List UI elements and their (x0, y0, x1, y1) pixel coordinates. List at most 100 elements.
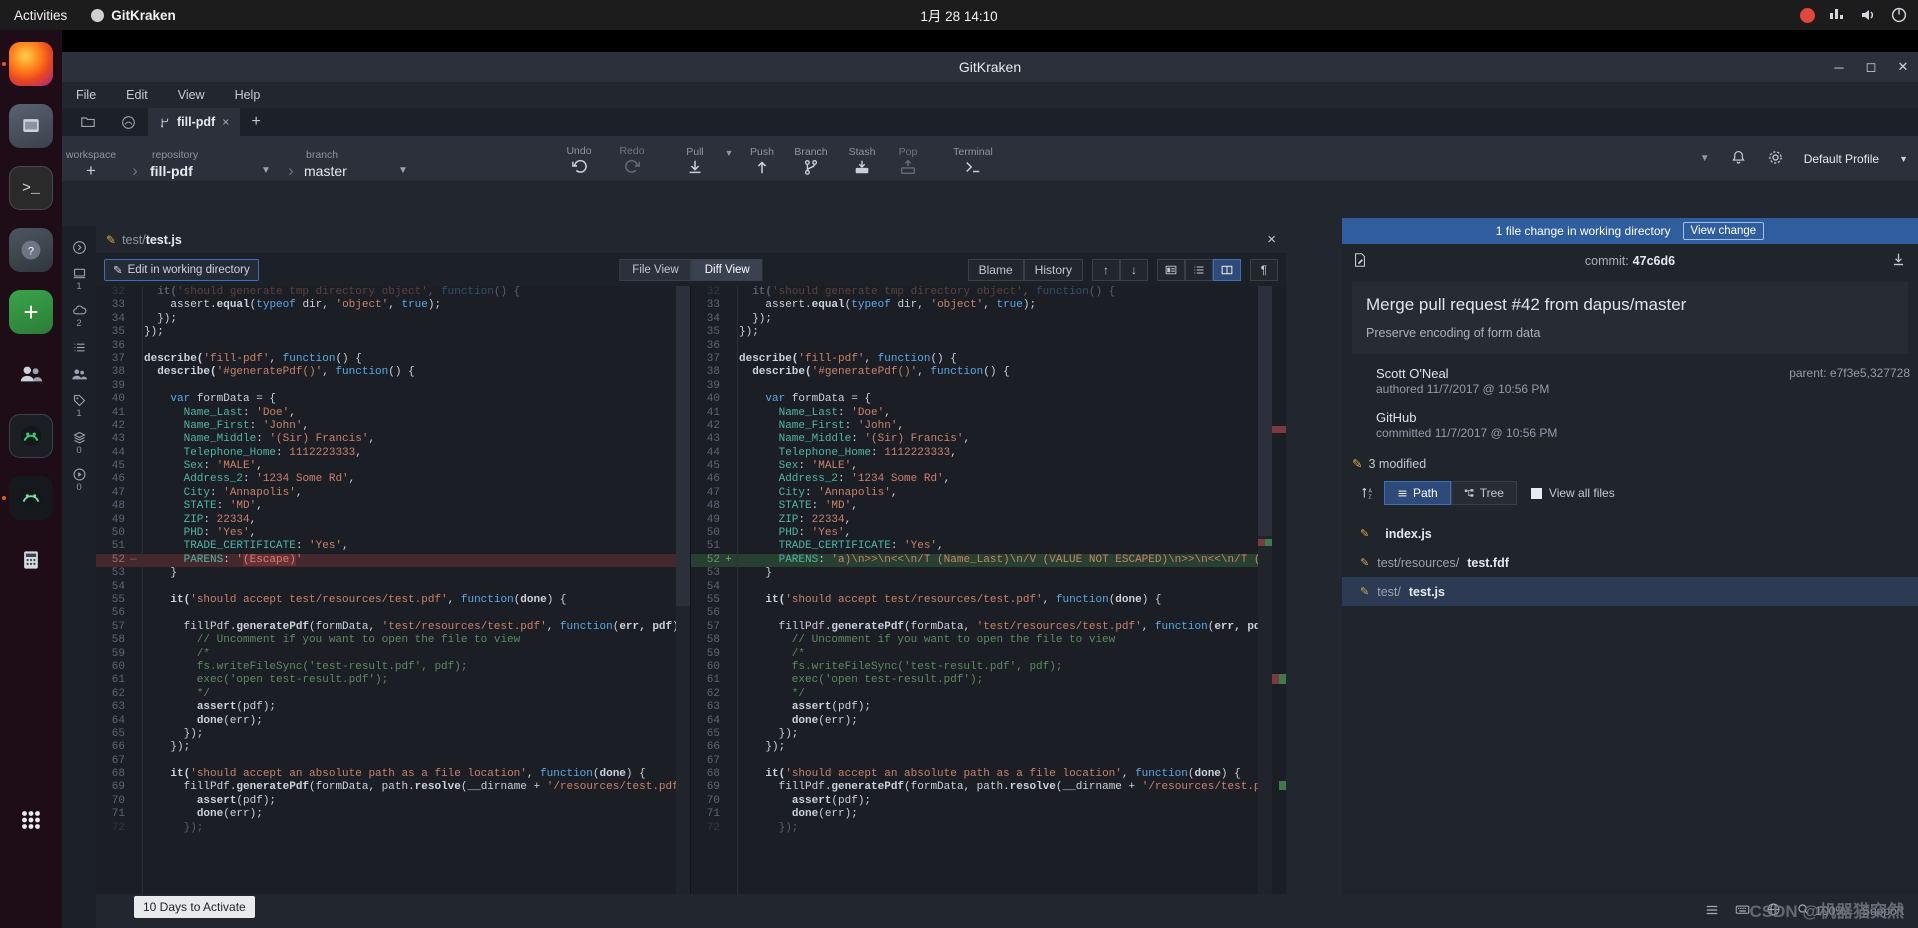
diff-line[interactable]: 40 var formData = { (96, 393, 690, 406)
minimap-thumb[interactable] (676, 286, 690, 606)
diff-line[interactable]: 66 }); (96, 741, 690, 754)
diff-line[interactable]: 54 (691, 581, 1286, 594)
open-repo-icon[interactable] (68, 108, 108, 136)
branch-dropdown-icon[interactable]: ▼ (388, 136, 418, 181)
diff-line[interactable]: 44 Telephone_Home: 1112223333, (96, 447, 690, 460)
diff-line[interactable]: 51 TRADE_CERTIFICATE: 'Yes', (691, 540, 1286, 553)
diff-line[interactable]: 72 }); (96, 822, 690, 835)
diff-line[interactable]: 46 Address_2: '1234 Some Rd', (96, 473, 690, 486)
close-file-icon[interactable]: × (1267, 231, 1276, 248)
diff-line[interactable]: 52 — PARENS: '(Escape)' (96, 553, 690, 568)
undo-button[interactable]: Undo (548, 136, 610, 181)
commit-hash[interactable]: 47c6d6 (1633, 254, 1675, 268)
diff-line[interactable]: 48 STATE: 'MD', (96, 500, 690, 513)
activities-button[interactable]: Activities (0, 8, 81, 23)
dock-item-terminal[interactable]: >_ (9, 166, 53, 210)
list-view-icon[interactable] (1705, 903, 1719, 920)
record-icon[interactable] (1800, 7, 1815, 23)
close-icon[interactable]: ✕ (1894, 58, 1912, 76)
diff-line[interactable]: 50 PHD: 'Yes', (96, 527, 690, 540)
sidebar-item-remote[interactable]: 2 (64, 303, 94, 329)
tab-close-icon[interactable]: × (222, 115, 229, 129)
diff-line[interactable]: 70 assert(pdf); (96, 795, 690, 808)
diff-line[interactable]: 44 Telephone_Home: 1112223333, (691, 447, 1286, 460)
diff-line[interactable]: 53 } (96, 567, 690, 580)
menu-view[interactable]: View (174, 87, 209, 103)
view-all-files-checkbox[interactable]: View all files (1530, 486, 1615, 500)
diff-line[interactable]: 34 }); (691, 313, 1286, 326)
diff-line[interactable]: 68 it('should accept an absolute path as… (96, 768, 690, 781)
diff-line[interactable]: 40 var formData = { (691, 393, 1286, 406)
diff-line[interactable]: 32 it('should generate tmp directory obj… (691, 286, 1286, 299)
working-directory-banner[interactable]: 1 file change in working directory View … (1342, 218, 1918, 244)
system-clock[interactable]: 1月 28 14:10 (920, 5, 997, 25)
diff-line[interactable]: 66 }); (691, 741, 1286, 754)
stash-button[interactable]: Stash (838, 136, 886, 181)
active-app-indicator[interactable]: GitKraken (81, 8, 186, 23)
whitespace-icon[interactable]: ¶ (1250, 259, 1278, 281)
diff-line[interactable]: 67 (96, 755, 690, 768)
diff-line[interactable]: 33 assert.equal(typeof dir, 'object', tr… (96, 299, 690, 312)
diff-line[interactable]: 52 + PARENS: 'a)\n>>\n<<\n/T (Name_Last)\… (691, 553, 1286, 568)
diff-line[interactable]: 39 (691, 380, 1286, 393)
diff-line[interactable]: 64 done(err); (691, 715, 1286, 728)
diff-line[interactable]: 62 */ (96, 688, 690, 701)
diff-line[interactable]: 43 Name_Middle: '(Sir) Francis', (96, 433, 690, 446)
parent-hashes[interactable]: e7f3e5,327728 (1830, 366, 1910, 380)
network-icon[interactable] (1828, 6, 1846, 24)
diff-line[interactable]: 53 } (691, 567, 1286, 580)
diff-line[interactable]: 60 fs.writeFileSync('test-result.pdf', p… (96, 661, 690, 674)
profile-label[interactable]: Default Profile (1804, 152, 1879, 166)
diff-line[interactable]: 59 /* (96, 648, 690, 661)
list-item[interactable]: ✎ index.js (1342, 519, 1918, 548)
diff-line[interactable]: 51 TRADE_CERTIFICATE: 'Yes', (96, 540, 690, 553)
download-icon[interactable] (1891, 252, 1906, 270)
notifications-icon[interactable] (1730, 149, 1747, 169)
hunk-view-icon[interactable] (1157, 259, 1185, 281)
diff-line[interactable]: 60 fs.writeFileSync('test-result.pdf', p… (691, 661, 1286, 674)
dock-item-calculator[interactable] (9, 538, 53, 582)
history-button[interactable]: History (1023, 259, 1083, 281)
diff-line[interactable]: 61 exec('open test-result.pdf'); (96, 674, 690, 687)
diff-line[interactable]: 65 }); (691, 728, 1286, 741)
diff-line[interactable]: 61 exec('open test-result.pdf'); (691, 674, 1286, 687)
sidebar-item-local[interactable]: 1 (64, 266, 94, 292)
diff-line[interactable]: 35}); (96, 326, 690, 339)
diff-line[interactable]: 63 assert(pdf); (96, 701, 690, 714)
diff-line[interactable]: 65 }); (96, 728, 690, 741)
diff-line[interactable]: 62 */ (691, 688, 1286, 701)
sidebar-item-stashes[interactable]: 0 (64, 430, 94, 456)
menu-help[interactable]: Help (231, 87, 265, 103)
diff-line[interactable]: 45 Sex: 'MALE', (691, 460, 1286, 473)
diff-line[interactable]: 57 fillPdf.generatePdf(formData, 'test/r… (691, 621, 1286, 634)
diff-line[interactable]: 48 STATE: 'MD', (691, 500, 1286, 513)
pull-button[interactable]: Pull (672, 136, 718, 181)
terminal-button[interactable]: Terminal (940, 136, 1006, 181)
file-view-button[interactable]: File View (619, 259, 692, 281)
diff-line[interactable]: 67 (691, 755, 1286, 768)
diff-pane-left[interactable]: 32 it('should generate tmp directory obj… (96, 286, 691, 894)
expand-panel-icon[interactable] (64, 240, 94, 255)
diff-line[interactable]: 54 (96, 581, 690, 594)
left-minimap[interactable] (676, 286, 690, 894)
split-view-icon[interactable] (1213, 259, 1241, 281)
diff-view-button[interactable]: Diff View (691, 259, 763, 281)
menu-file[interactable]: File (72, 87, 100, 103)
maximize-icon[interactable]: ◻ (1862, 58, 1880, 76)
diff-line[interactable]: 36 (96, 340, 690, 353)
minimize-icon[interactable]: ─ (1830, 58, 1848, 76)
diff-line[interactable]: 49 ZIP: 22334, (691, 514, 1286, 527)
add-workspace-button[interactable]: workspace + (62, 136, 120, 181)
diff-line[interactable]: 69 fillPdf.generatePdf(formData, path.re… (691, 781, 1286, 794)
diff-line[interactable]: 72 }); (691, 822, 1286, 835)
new-tab-button[interactable]: + (240, 108, 272, 136)
dock-item-help[interactable]: ? (9, 228, 53, 272)
diff-line[interactable]: 37 describe('fill-pdf', function() { (96, 353, 690, 366)
repository-dropdown-icon[interactable]: ▼ (254, 136, 278, 181)
view-change-button[interactable]: View change (1682, 222, 1765, 240)
sidebar-item-tags[interactable]: 1 (64, 393, 94, 419)
keyboard-icon[interactable] (1735, 902, 1750, 920)
chevron-down-icon[interactable]: ▼ (1899, 154, 1908, 164)
diff-line[interactable]: 70 assert(pdf); (691, 795, 1286, 808)
gear-icon[interactable] (1767, 149, 1784, 169)
